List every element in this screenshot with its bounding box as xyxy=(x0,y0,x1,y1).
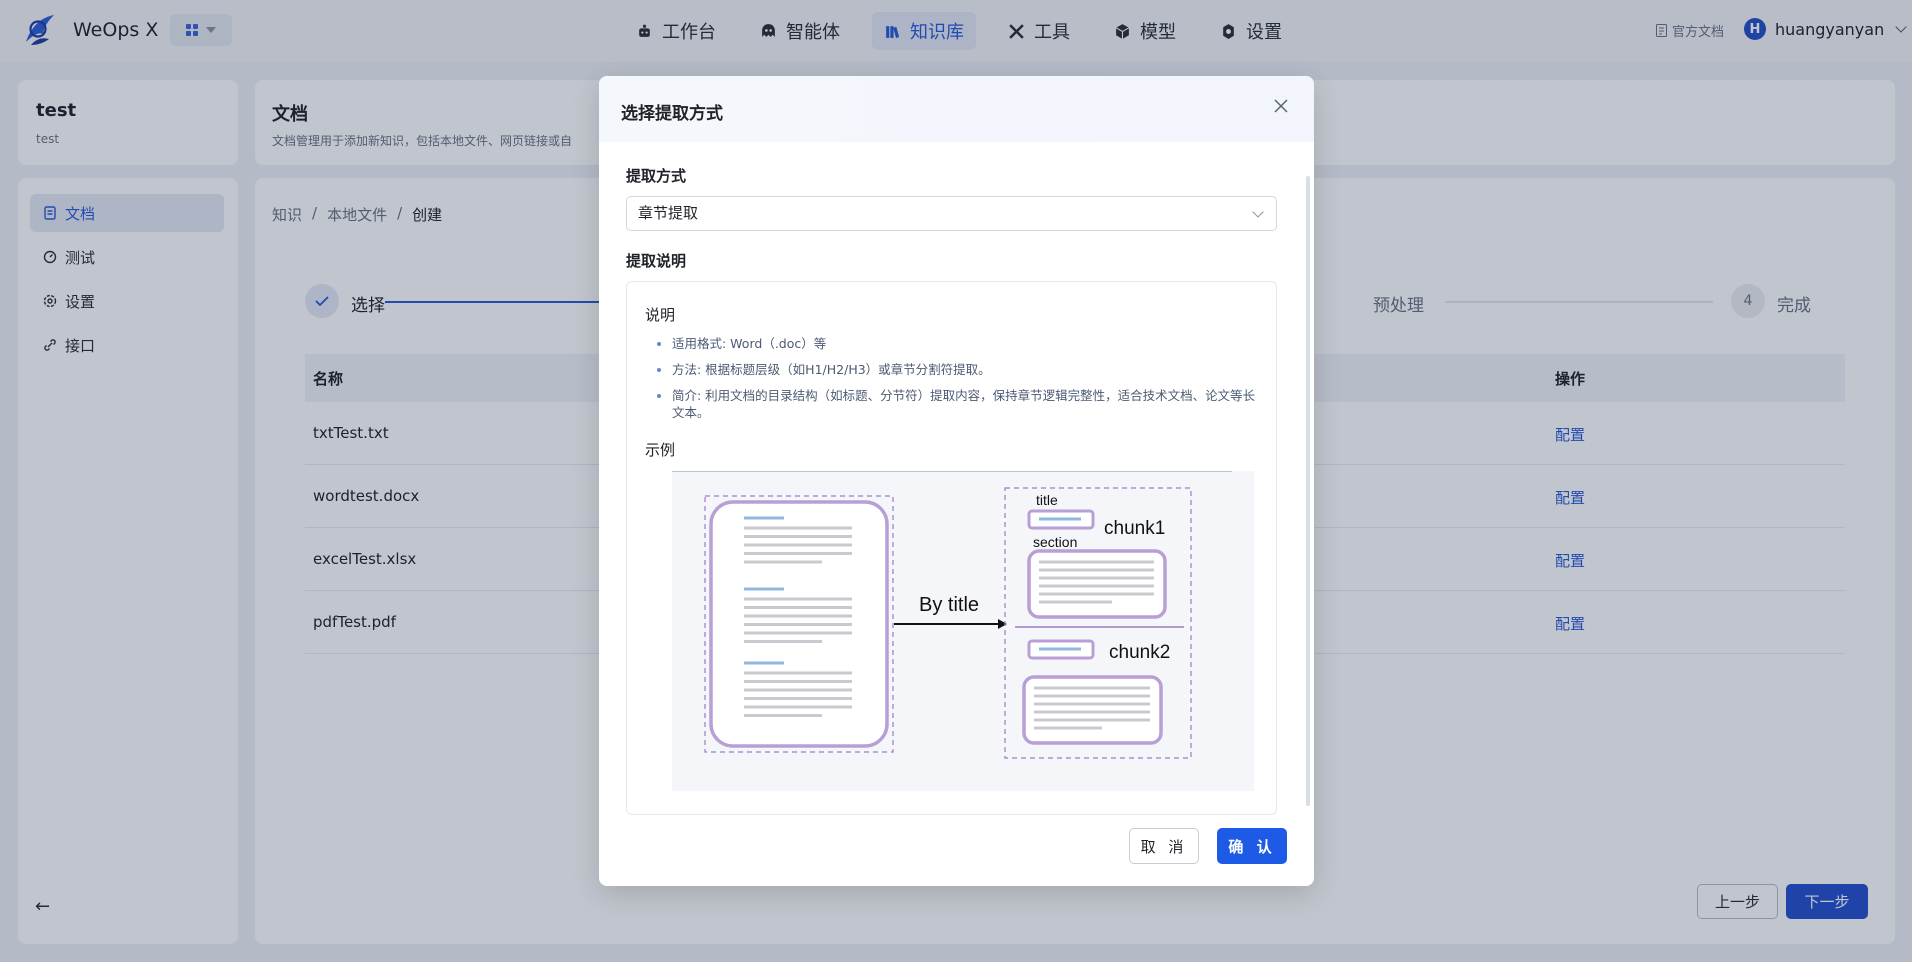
modal-title: 选择提取方式 xyxy=(621,104,723,124)
title-label: title xyxy=(1036,492,1058,508)
chapter-extraction-diagram: By title title section chunk1 chunk2 xyxy=(672,471,1232,759)
modal-header: 选择提取方式 xyxy=(599,76,1314,142)
description-item: 方法: 根据标题层级（如H1/H2/H3）或章节分割符提取。 xyxy=(672,361,1262,378)
confirm-button[interactable]: 确 认 xyxy=(1217,828,1287,864)
chunk2-label: chunk2 xyxy=(1109,642,1170,663)
cancel-button[interactable]: 取 消 xyxy=(1129,828,1199,864)
example-heading: 示例 xyxy=(645,441,676,459)
chunk1-label: chunk1 xyxy=(1104,518,1165,539)
modal-scrollbar[interactable] xyxy=(1306,176,1310,806)
description-box: 说明 适用格式: Word（.doc）等 方法: 根据标题层级（如H1/H2/H… xyxy=(626,281,1277,815)
description-heading: 说明 xyxy=(645,306,676,324)
description-item: 适用格式: Word（.doc）等 xyxy=(672,335,1262,352)
section-label: section xyxy=(1033,534,1077,550)
chevron-down-icon xyxy=(1252,206,1264,218)
arrow-label: By title xyxy=(919,594,979,616)
extraction-method-modal: 选择提取方式 提取方式 章节提取 提取说明 说明 适用格式: Word（.doc… xyxy=(599,76,1314,886)
method-select[interactable]: 章节提取 xyxy=(626,196,1277,231)
method-label: 提取方式 xyxy=(626,167,687,185)
description-label: 提取说明 xyxy=(626,252,687,270)
method-select-value: 章节提取 xyxy=(638,204,699,222)
description-item: 简介: 利用文档的目录结构（如标题、分节符）提取内容，保持章节逻辑完整性，适合技… xyxy=(672,387,1262,421)
description-list: 适用格式: Word（.doc）等 方法: 根据标题层级（如H1/H2/H3）或… xyxy=(672,335,1262,430)
example-diagram: By title title section chunk1 chunk2 xyxy=(672,471,1254,791)
close-icon[interactable] xyxy=(1271,96,1291,116)
